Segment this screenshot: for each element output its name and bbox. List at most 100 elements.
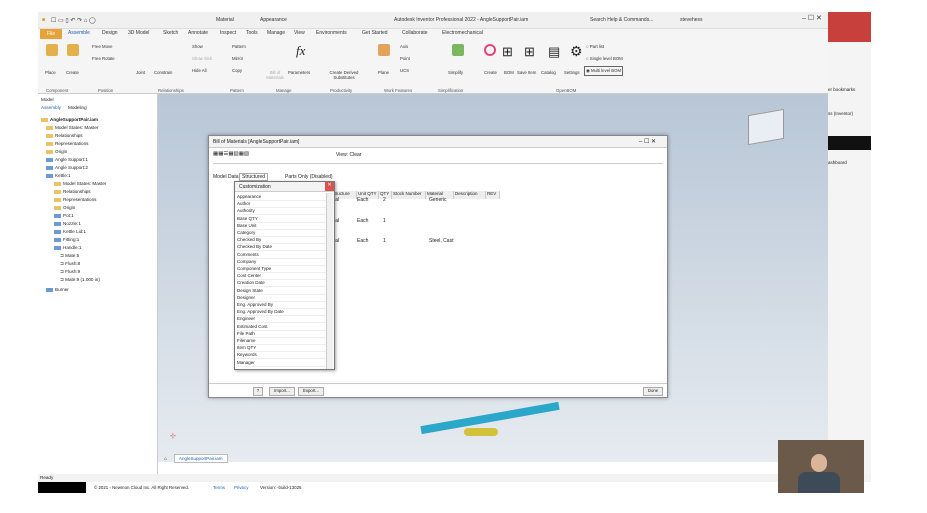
tree-item[interactable]: Model States: Master [46, 125, 98, 130]
quick-access-icons[interactable]: ☐ ▭ ▯ ↶ ↷ ⌂ ◯ [51, 17, 96, 24]
tab-structured[interactable]: Structured [239, 173, 269, 181]
axis-button[interactable]: Axis [400, 44, 408, 49]
inventor-link[interactable]: ss (Inventor) [828, 111, 853, 116]
customization-item[interactable]: Designer [237, 295, 326, 302]
cell-unit[interactable]: Each [357, 218, 368, 224]
customization-item[interactable]: Estimated Cost [237, 324, 326, 331]
plane-icon[interactable] [378, 44, 390, 56]
tree-item[interactable]: Nozzle:1 [54, 221, 81, 226]
customization-item[interactable]: Filename [237, 338, 326, 345]
tree-item[interactable]: ⊐ Mate:9 (1.000 in) [60, 277, 100, 283]
bom-window-controls-icon[interactable]: ‒ ☐ ✕ [639, 138, 656, 145]
tab-get-started[interactable]: Get Started [362, 30, 388, 36]
tree-item[interactable]: Burner [46, 287, 69, 292]
customization-item[interactable]: Cost Center [237, 273, 326, 281]
customization-item[interactable]: Checked By Date [237, 244, 326, 252]
tab-tools[interactable]: Tools [246, 30, 258, 36]
section-relationships[interactable]: Relationships [158, 88, 184, 93]
place-icon[interactable] [46, 44, 58, 56]
terms-link[interactable]: Terms [213, 485, 225, 490]
tree-item[interactable]: Origin [54, 205, 75, 210]
copy-button[interactable]: Copy [232, 68, 242, 73]
joint-button[interactable]: Joint [136, 70, 145, 75]
parameters-button[interactable]: Parameters [288, 70, 310, 75]
section-simplification[interactable]: Simplification [438, 88, 463, 93]
multi-level-option[interactable]: ◉ Multi level BOM [584, 66, 624, 76]
search-input[interactable]: Search Help & Commands... [590, 17, 653, 23]
save-item-icon[interactable]: ⊞ [524, 44, 535, 60]
tree-item[interactable]: Relationships [54, 189, 91, 194]
constrain-button[interactable]: Constrain [154, 70, 172, 75]
col-rev[interactable]: REV [486, 191, 500, 199]
customization-item[interactable]: Eng. Approved By [237, 302, 326, 309]
customization-item[interactable]: Company [237, 259, 326, 266]
free-rotate-button[interactable]: Free Rotate [92, 56, 115, 61]
customization-item[interactable]: Base Unit [237, 223, 326, 230]
tab-annotate[interactable]: Annotate [188, 30, 208, 36]
customization-item[interactable]: Design State [237, 288, 326, 295]
settings-gear-icon[interactable]: ⚙ [570, 43, 583, 60]
tab-file[interactable]: File [40, 29, 62, 39]
tab-inspect[interactable]: Inspect [220, 30, 236, 36]
col-description[interactable]: Description [454, 191, 486, 199]
tab-modeling[interactable]: Modeling [68, 105, 87, 110]
tab-assembly[interactable]: Assembly [41, 105, 61, 110]
customization-item[interactable]: Engineer [237, 316, 326, 324]
help-icon[interactable]: ? [253, 387, 263, 396]
scrollbar[interactable] [326, 193, 333, 369]
mirror-button[interactable]: Mirror [232, 56, 243, 61]
cell-unit[interactable]: Each [357, 197, 368, 203]
tab-electromechanical[interactable]: Electromechanical [442, 30, 483, 36]
tab-assemble[interactable]: Assemble [68, 30, 90, 36]
section-pattern[interactable]: Pattern [230, 88, 244, 93]
tree-item[interactable]: Kettle:1 [46, 173, 71, 178]
openbom-create-icon[interactable] [484, 44, 496, 56]
settings-button[interactable]: Settings [564, 70, 580, 75]
customization-item[interactable]: Creation Date [237, 280, 326, 288]
plane-button[interactable]: Plane [378, 70, 389, 75]
dashboard-link[interactable]: ashboard [828, 160, 847, 165]
show-sick-button[interactable]: Show Sick [192, 56, 212, 61]
document-tab[interactable]: AngleSupportPair.iam [174, 454, 228, 463]
view-filter[interactable]: View: Clear [336, 152, 361, 158]
catalog-button[interactable]: Catalog [541, 70, 556, 75]
tree-item[interactable]: Origin [46, 149, 67, 154]
tree-item[interactable]: ⊐ Flush:9 [60, 269, 80, 275]
show-button[interactable]: Show [192, 44, 203, 49]
close-icon[interactable]: ✕ [325, 182, 334, 191]
single-level-option[interactable]: ○ Single level BOM [586, 56, 623, 61]
tree-item[interactable]: Representations [46, 141, 88, 146]
tab-parts-only[interactable]: Parts Only (Disabled) [285, 174, 333, 180]
customization-item[interactable]: Comments [237, 252, 326, 259]
section-component[interactable]: Component [46, 88, 68, 93]
customization-item[interactable]: Category [237, 230, 326, 237]
tab-manage[interactable]: Manage [267, 30, 285, 36]
point-button[interactable]: Point [400, 56, 410, 61]
create-derived-button[interactable]: Create Derived Substitutes [324, 70, 364, 80]
tree-item[interactable]: Fitting:1 [54, 237, 79, 242]
col-stock-number[interactable]: Stock Number [392, 191, 426, 199]
catalog-icon[interactable]: ▤ [548, 44, 560, 60]
fx-icon[interactable]: fx [296, 43, 305, 59]
tree-item[interactable]: Representations [54, 197, 96, 202]
home-icon[interactable]: ⌂ [164, 456, 167, 462]
customization-item[interactable]: Authority [237, 208, 326, 216]
pattern-button[interactable]: Pattern [232, 44, 246, 49]
tab-collaborate[interactable]: Collaborate [402, 30, 428, 36]
tree-item[interactable]: ⊐ Flush:8 [60, 261, 80, 267]
bom-toolbar-icons[interactable]: ▦▦☰▦▥▦▧ [213, 151, 249, 157]
customization-item[interactable]: Base QTY [237, 216, 326, 223]
tab-environments[interactable]: Environments [316, 30, 347, 36]
appearance-dropdown[interactable]: Appearance [260, 17, 287, 23]
cell-material[interactable]: Generic [429, 197, 447, 203]
tree-item[interactable]: Handle:1 [54, 245, 81, 250]
save-item-button[interactable]: Save Item [517, 70, 536, 75]
customization-item[interactable]: Checked By [237, 237, 326, 245]
tree-item[interactable]: ⊐ Mate:5 [60, 253, 79, 259]
part-list-option[interactable]: ○ Part list [586, 44, 604, 49]
customization-item[interactable]: Component Type [237, 266, 326, 273]
import-button[interactable]: Import... [269, 387, 295, 396]
tab-sketch[interactable]: Sketch [163, 30, 178, 36]
free-move-button[interactable]: Free Move [92, 44, 113, 49]
tree-item[interactable]: Angle Support:2 [46, 165, 88, 170]
